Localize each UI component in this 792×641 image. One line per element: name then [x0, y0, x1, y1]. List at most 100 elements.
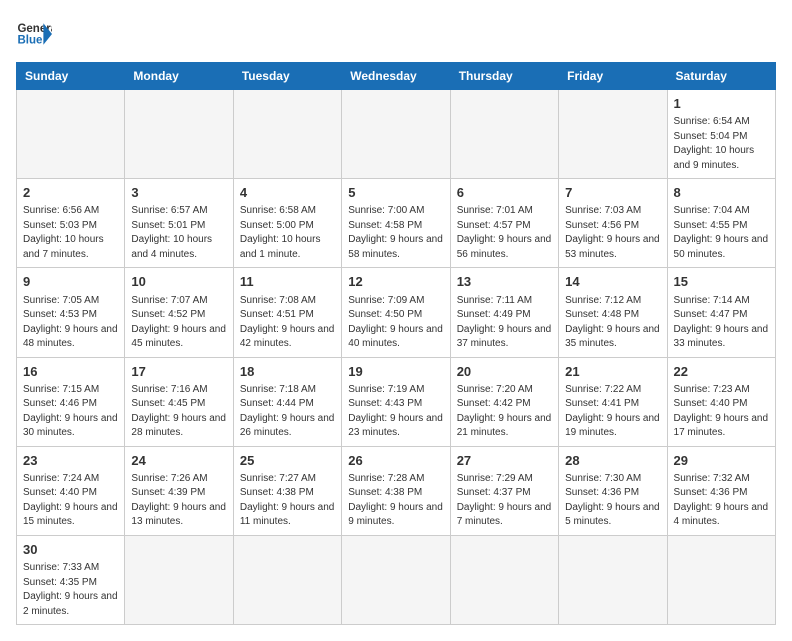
calendar-day-cell: 6 Sunrise: 7:01 AM Sunset: 4:57 PM Daylig…	[450, 179, 558, 268]
calendar-day-cell	[233, 90, 341, 179]
day-info: Sunrise: 7:11 AM Sunset: 4:49 PM Dayligh…	[457, 294, 552, 352]
day-info: Sunrise: 7:26 AM Sunset: 4:39 PM Dayligh…	[131, 472, 226, 530]
day-number: 20	[457, 363, 552, 381]
day-info: Sunrise: 7:24 AM Sunset: 4:40 PM Dayligh…	[23, 472, 118, 530]
day-info: Sunrise: 7:04 AM Sunset: 4:55 PM Dayligh…	[674, 204, 769, 262]
calendar-day-cell	[17, 90, 125, 179]
calendar-day-cell	[342, 90, 450, 179]
weekday-header-cell: Tuesday	[233, 63, 341, 90]
day-info: Sunrise: 7:30 AM Sunset: 4:36 PM Dayligh…	[565, 472, 660, 530]
calendar-week-row: 2 Sunrise: 6:56 AM Sunset: 5:03 PM Daylig…	[17, 179, 776, 268]
day-number: 23	[23, 452, 118, 470]
calendar-day-cell: 14Sunrise: 7:12 AM Sunset: 4:48 PM Dayli…	[559, 268, 667, 357]
calendar-day-cell: 24 Sunrise: 7:26 AM Sunset: 4:39 PM Dayli…	[125, 446, 233, 535]
day-info: Sunrise: 7:16 AM Sunset: 4:45 PM Dayligh…	[131, 383, 226, 441]
day-number: 14	[565, 273, 660, 291]
calendar-week-row: 23 Sunrise: 7:24 AM Sunset: 4:40 PM Dayli…	[17, 446, 776, 535]
calendar-day-cell	[559, 90, 667, 179]
calendar-day-cell: 26 Sunrise: 7:28 AM Sunset: 4:38 PM Dayli…	[342, 446, 450, 535]
day-number: 11	[240, 273, 335, 291]
calendar-day-cell: 4 Sunrise: 6:58 AM Sunset: 5:00 PM Daylig…	[233, 179, 341, 268]
day-number: 5	[348, 184, 443, 202]
day-info: Sunrise: 7:01 AM Sunset: 4:57 PM Dayligh…	[457, 204, 552, 262]
day-info: Sunrise: 6:54 AM Sunset: 5:04 PM Dayligh…	[674, 115, 769, 173]
calendar-week-row: 1Sunrise: 6:54 AM Sunset: 5:04 PM Daylig…	[17, 90, 776, 179]
weekday-header-cell: Sunday	[17, 63, 125, 90]
day-info: Sunrise: 7:08 AM Sunset: 4:51 PM Dayligh…	[240, 294, 335, 352]
calendar-day-cell: 30 Sunrise: 7:33 AM Sunset: 4:35 PM Dayli…	[17, 535, 125, 624]
logo: General Blue	[16, 16, 52, 52]
day-number: 24	[131, 452, 226, 470]
calendar-day-cell: 28 Sunrise: 7:30 AM Sunset: 4:36 PM Dayli…	[559, 446, 667, 535]
day-info: Sunrise: 6:56 AM Sunset: 5:03 PM Dayligh…	[23, 204, 118, 262]
day-number: 19	[348, 363, 443, 381]
day-info: Sunrise: 7:23 AM Sunset: 4:40 PM Dayligh…	[674, 383, 769, 441]
calendar-day-cell: 3 Sunrise: 6:57 AM Sunset: 5:01 PM Daylig…	[125, 179, 233, 268]
day-info: Sunrise: 7:33 AM Sunset: 4:35 PM Dayligh…	[23, 561, 118, 619]
calendar-day-cell: 2 Sunrise: 6:56 AM Sunset: 5:03 PM Daylig…	[17, 179, 125, 268]
calendar-day-cell	[667, 535, 775, 624]
day-info: Sunrise: 7:28 AM Sunset: 4:38 PM Dayligh…	[348, 472, 443, 530]
calendar-day-cell: 19 Sunrise: 7:19 AM Sunset: 4:43 PM Dayli…	[342, 357, 450, 446]
day-number: 2	[23, 184, 118, 202]
day-number: 27	[457, 452, 552, 470]
day-info: Sunrise: 7:03 AM Sunset: 4:56 PM Dayligh…	[565, 204, 660, 262]
day-info: Sunrise: 7:05 AM Sunset: 4:53 PM Dayligh…	[23, 294, 118, 352]
calendar-day-cell	[125, 90, 233, 179]
day-number: 17	[131, 363, 226, 381]
day-info: Sunrise: 7:22 AM Sunset: 4:41 PM Dayligh…	[565, 383, 660, 441]
calendar-day-cell: 9Sunrise: 7:05 AM Sunset: 4:53 PM Daylig…	[17, 268, 125, 357]
day-info: Sunrise: 7:19 AM Sunset: 4:43 PM Dayligh…	[348, 383, 443, 441]
calendar-day-cell: 22 Sunrise: 7:23 AM Sunset: 4:40 PM Dayli…	[667, 357, 775, 446]
calendar-week-row: 30 Sunrise: 7:33 AM Sunset: 4:35 PM Dayli…	[17, 535, 776, 624]
day-info: Sunrise: 6:57 AM Sunset: 5:01 PM Dayligh…	[131, 204, 226, 262]
day-number: 16	[23, 363, 118, 381]
calendar-day-cell: 20Sunrise: 7:20 AM Sunset: 4:42 PM Dayli…	[450, 357, 558, 446]
day-number: 22	[674, 363, 769, 381]
day-number: 26	[348, 452, 443, 470]
calendar-day-cell: 13 Sunrise: 7:11 AM Sunset: 4:49 PM Dayli…	[450, 268, 558, 357]
day-info: Sunrise: 7:00 AM Sunset: 4:58 PM Dayligh…	[348, 204, 443, 262]
day-number: 3	[131, 184, 226, 202]
calendar-table: SundayMondayTuesdayWednesdayThursdayFrid…	[16, 62, 776, 625]
calendar-day-cell: 17 Sunrise: 7:16 AM Sunset: 4:45 PM Dayli…	[125, 357, 233, 446]
calendar-day-cell: 23 Sunrise: 7:24 AM Sunset: 4:40 PM Dayli…	[17, 446, 125, 535]
day-number: 30	[23, 541, 118, 559]
weekday-header-cell: Friday	[559, 63, 667, 90]
calendar-week-row: 9Sunrise: 7:05 AM Sunset: 4:53 PM Daylig…	[17, 268, 776, 357]
calendar-day-cell	[233, 535, 341, 624]
calendar-day-cell: 7Sunrise: 7:03 AM Sunset: 4:56 PM Daylig…	[559, 179, 667, 268]
calendar-day-cell: 8 Sunrise: 7:04 AM Sunset: 4:55 PM Daylig…	[667, 179, 775, 268]
day-number: 18	[240, 363, 335, 381]
day-number: 6	[457, 184, 552, 202]
calendar-day-cell: 10 Sunrise: 7:07 AM Sunset: 4:52 PM Dayli…	[125, 268, 233, 357]
day-info: Sunrise: 7:07 AM Sunset: 4:52 PM Dayligh…	[131, 294, 226, 352]
calendar-day-cell: 5 Sunrise: 7:00 AM Sunset: 4:58 PM Daylig…	[342, 179, 450, 268]
day-number: 8	[674, 184, 769, 202]
day-number: 25	[240, 452, 335, 470]
day-number: 29	[674, 452, 769, 470]
calendar-day-cell	[342, 535, 450, 624]
day-number: 13	[457, 273, 552, 291]
day-info: Sunrise: 6:58 AM Sunset: 5:00 PM Dayligh…	[240, 204, 335, 262]
day-info: Sunrise: 7:14 AM Sunset: 4:47 PM Dayligh…	[674, 294, 769, 352]
day-info: Sunrise: 7:15 AM Sunset: 4:46 PM Dayligh…	[23, 383, 118, 441]
calendar-day-cell	[125, 535, 233, 624]
logo-icon: General Blue	[16, 16, 52, 52]
day-number: 21	[565, 363, 660, 381]
calendar-day-cell: 15Sunrise: 7:14 AM Sunset: 4:47 PM Dayli…	[667, 268, 775, 357]
calendar-day-cell: 27Sunrise: 7:29 AM Sunset: 4:37 PM Dayli…	[450, 446, 558, 535]
calendar-day-cell: 12Sunrise: 7:09 AM Sunset: 4:50 PM Dayli…	[342, 268, 450, 357]
calendar-day-cell	[559, 535, 667, 624]
day-number: 28	[565, 452, 660, 470]
calendar-day-cell: 1Sunrise: 6:54 AM Sunset: 5:04 PM Daylig…	[667, 90, 775, 179]
calendar-day-cell: 29Sunrise: 7:32 AM Sunset: 4:36 PM Dayli…	[667, 446, 775, 535]
calendar-day-cell: 21 Sunrise: 7:22 AM Sunset: 4:41 PM Dayli…	[559, 357, 667, 446]
page-header: General Blue	[16, 16, 776, 52]
day-number: 10	[131, 273, 226, 291]
day-info: Sunrise: 7:09 AM Sunset: 4:50 PM Dayligh…	[348, 294, 443, 352]
svg-text:Blue: Blue	[17, 34, 43, 46]
calendar-day-cell: 18Sunrise: 7:18 AM Sunset: 4:44 PM Dayli…	[233, 357, 341, 446]
day-number: 4	[240, 184, 335, 202]
calendar-day-cell	[450, 90, 558, 179]
